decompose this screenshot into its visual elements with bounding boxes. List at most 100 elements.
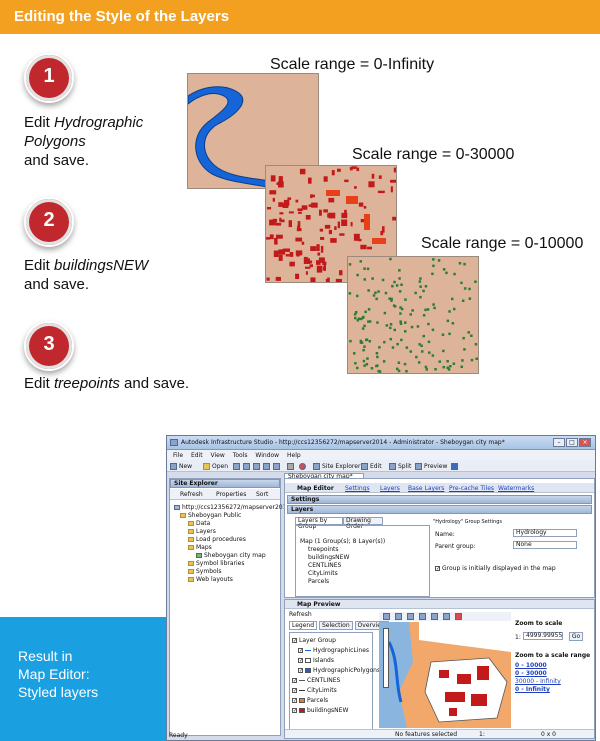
tab-selection[interactable]: Selection [318,621,353,630]
settings-section[interactable]: Settings [287,495,592,504]
maximize-button[interactable]: □ [566,438,578,447]
trees-pattern [348,257,478,373]
result-line-2: Map Editor: [18,666,90,682]
map-editor-title: Map Editor [297,485,334,492]
menu-file[interactable]: File [173,452,183,459]
zoom-extents-icon[interactable] [431,613,438,620]
help-icon[interactable] [451,463,458,470]
layer-citylimits[interactable]: CityLimits [308,570,338,577]
zoom-slider[interactable] [383,628,389,688]
link-settings[interactable]: Settings [345,485,370,492]
stop-icon[interactable] [299,463,306,470]
layer-treepoints[interactable]: treepoints [308,546,339,553]
group-display-check[interactable]: ✓ Group is initially displayed in the map [435,565,556,572]
save-icon[interactable] [233,463,240,470]
copy-icon[interactable] [263,463,270,470]
menu-edit[interactable]: Edit [191,452,203,459]
tree-mark [425,368,428,371]
zoom-to-scale-label: Zoom to scale [515,620,563,627]
preview-button[interactable]: Preview [424,463,447,470]
tree-map-root[interactable]: Map (1 Group(s); 8 Layer(s)) [300,538,385,545]
tree-load-procedures[interactable]: Load procedures [188,536,246,543]
link-watermarks[interactable]: Watermarks [498,485,534,492]
tree-symbol-libraries[interactable]: Symbol libraries [188,560,245,567]
legend-citylimits[interactable]: ✓ CityLimits [292,687,337,694]
menu-help[interactable]: Help [287,452,301,459]
map-canvas[interactable] [379,622,511,728]
range-30000-infinity[interactable]: 30000 - Infinity [515,678,561,685]
scale-input[interactable]: 4999.99955 [523,632,563,640]
tree-mark [362,348,365,352]
refresh-button[interactable]: Refresh [180,491,203,498]
site-explorer-button[interactable]: Site Explorer [322,463,360,470]
tree-mark [404,298,407,301]
tree-sheboygan-public[interactable]: Sheboygan Public [180,512,241,519]
layer-parcels[interactable]: Parcels [308,578,329,585]
paste-icon[interactable] [273,463,280,470]
close-button[interactable]: × [579,438,591,447]
parent-group-field[interactable]: None [513,541,577,549]
tree-mark [419,277,422,280]
select-icon[interactable] [383,613,390,620]
tree-mark [385,324,389,327]
link-pre-cache-tiles[interactable]: Pre-cache Tiles [449,485,494,492]
tree-maps[interactable]: Maps [188,544,212,551]
result-text: Result in Map Editor: Styled layers [18,647,98,701]
tree-mark [399,312,402,315]
tab-drawing-order[interactable]: Drawing Order [343,517,383,530]
minimize-button[interactable]: – [553,438,565,447]
link-base-layers[interactable]: Base Layers [408,485,444,492]
zoom-window-icon[interactable] [443,613,450,620]
zoom-out-icon[interactable] [419,613,426,620]
edit-button[interactable]: Edit [370,463,382,470]
zoom-in-icon[interactable] [407,613,414,620]
tree-mark [400,307,404,311]
link-layers[interactable]: Layers [380,485,400,492]
tree-mark [441,333,445,336]
legend-parcels[interactable]: ✓ Parcels [292,697,328,704]
tree-mark [442,268,446,271]
sort-button[interactable]: Sort [256,491,268,498]
range-0-10000[interactable]: 0 - 10000 [515,662,547,669]
cut-icon[interactable] [253,463,260,470]
pan-icon[interactable] [395,613,402,620]
layers-section[interactable]: Layers [287,505,592,514]
tab-legend[interactable]: Legend [289,621,318,630]
properties-button[interactable]: Properties [216,491,246,498]
menu-window[interactable]: Window [255,452,279,459]
legend-hydrographic-lines[interactable]: ✓ HydrographicLines [298,647,369,654]
tree-server[interactable]: http://ccs12356272/mapserver2014... [174,504,296,511]
tree-symbols[interactable]: Symbols [188,568,221,575]
tree-data[interactable]: Data [188,520,210,527]
range-0-infinity[interactable]: 0 - Infinity [515,686,550,693]
layer-buildingsnew[interactable]: buildingsNEW [308,554,349,561]
clear-selection-icon[interactable] [455,613,462,620]
layer-centlines[interactable]: CENTLINES [308,562,341,569]
tab-layers-by-group[interactable]: Layers by Group [295,517,343,530]
map-nav-toolbar [379,612,511,621]
menu-view[interactable]: View [211,452,225,459]
new-button[interactable]: New [179,463,192,470]
tree-layers[interactable]: Layers [188,528,216,535]
legend-islands[interactable]: ✓ Islands [298,657,334,664]
undo-icon[interactable] [287,463,294,470]
go-button[interactable]: Go [569,632,583,641]
tree-mark [404,330,407,333]
split-button[interactable]: Split [398,463,411,470]
legend-layer-group[interactable]: ✓ Layer Group [292,637,336,644]
open-button[interactable]: Open [212,463,228,470]
size-status: 0 x 0 [541,731,556,738]
legend-hydrographic-polygons[interactable]: ✓ HydrographicPolygons [298,667,380,674]
building-mark [308,177,312,184]
legend-buildingsnew[interactable]: ✓ buildingsNEW [292,707,348,714]
range-0-30000[interactable]: 0 - 30000 [515,670,547,677]
tree-web-layouts[interactable]: Web layouts [188,576,233,583]
save-all-icon[interactable] [243,463,250,470]
name-field[interactable]: Hydrology [513,529,577,537]
tree-mark [410,325,414,329]
menu-tools[interactable]: Tools [233,452,248,459]
tree-mark [431,354,435,357]
legend-centlines[interactable]: ✓ CENTLINES [292,677,340,684]
tree-sheboygan-city-map[interactable]: Sheboygan city map [196,552,266,559]
preview-refresh-button[interactable]: Refresh [289,611,312,618]
